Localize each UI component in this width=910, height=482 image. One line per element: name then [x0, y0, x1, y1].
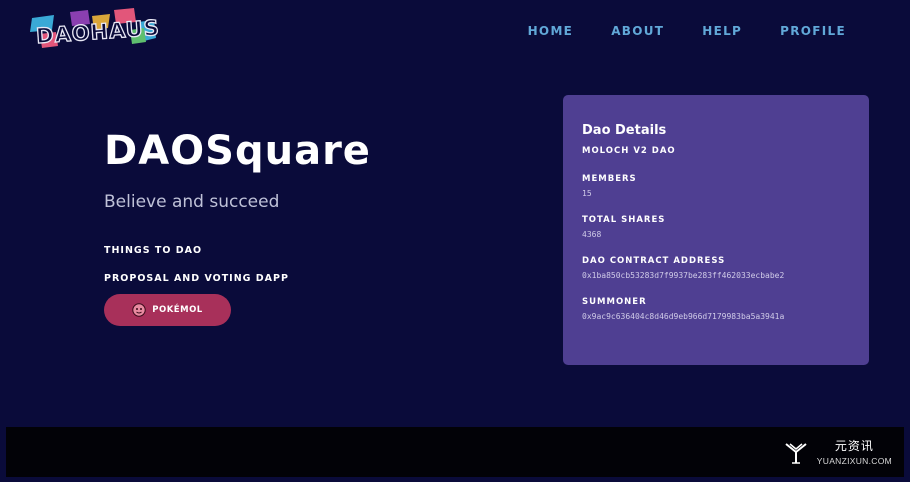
field-label: SUMMONER — [582, 297, 647, 307]
main-nav: HOME ABOUT HELP PROFILE — [490, 24, 846, 38]
dao-tag-proposal-voting: PROPOSAL AND VOTING DAPP — [104, 273, 289, 284]
field-value: 15 — [582, 189, 592, 198]
nav-profile[interactable]: PROFILE — [780, 24, 846, 38]
field-members: MEMBERS 15 — [582, 174, 850, 198]
nav-about[interactable]: ABOUT — [611, 24, 664, 38]
dao-title: DAOSquare — [104, 128, 371, 174]
field-label: TOTAL SHARES — [582, 215, 666, 225]
field-contract-address: DAO CONTRACT ADDRESS 0x1ba850cb53283d7f9… — [582, 256, 850, 280]
pokemol-icon — [132, 303, 146, 317]
dao-details-card: Dao Details MOLOCH V2 DAO MEMBERS 15 TOT… — [563, 95, 869, 365]
footer-bar: 元资讯 YUANZIXUN.COM — [6, 427, 904, 477]
field-value: 4368 — [582, 230, 602, 239]
field-total-shares: TOTAL SHARES 4368 — [582, 215, 850, 239]
dao-tag-things-to-dao: THINGS TO DAO — [104, 245, 203, 256]
card-subtitle: MOLOCH V2 DAO — [582, 146, 676, 156]
pokemol-button[interactable]: POKÉMOL — [104, 294, 231, 326]
watermark-logo-icon — [785, 442, 807, 464]
field-label: DAO CONTRACT ADDRESS — [582, 256, 726, 266]
field-label: MEMBERS — [582, 174, 637, 184]
watermark: 元资讯 YUANZIXUN.COM — [783, 437, 892, 466]
field-summoner: SUMMONER 0x9ac9c636404c8d46d9eb966d71799… — [582, 297, 850, 321]
nav-home[interactable]: HOME — [528, 24, 574, 38]
nav-help[interactable]: HELP — [702, 24, 742, 38]
field-value[interactable]: 0x1ba850cb53283d7f9937be283ff462033ecbab… — [582, 271, 850, 280]
card-title: Dao Details — [582, 123, 667, 138]
watermark-cn: 元资讯 — [834, 439, 874, 453]
watermark-text: 元资讯 YUANZIXUN.COM — [817, 437, 892, 466]
dao-tagline: Believe and succeed — [104, 192, 280, 212]
field-value[interactable]: 0x9ac9c636404c8d46d9eb966d7179983ba5a394… — [582, 312, 850, 321]
daohaus-logo[interactable]: DAOHAUS — [30, 8, 161, 49]
pokemol-label: POKÉMOL — [152, 305, 203, 315]
watermark-en: YUANZIXUN.COM — [816, 456, 892, 466]
